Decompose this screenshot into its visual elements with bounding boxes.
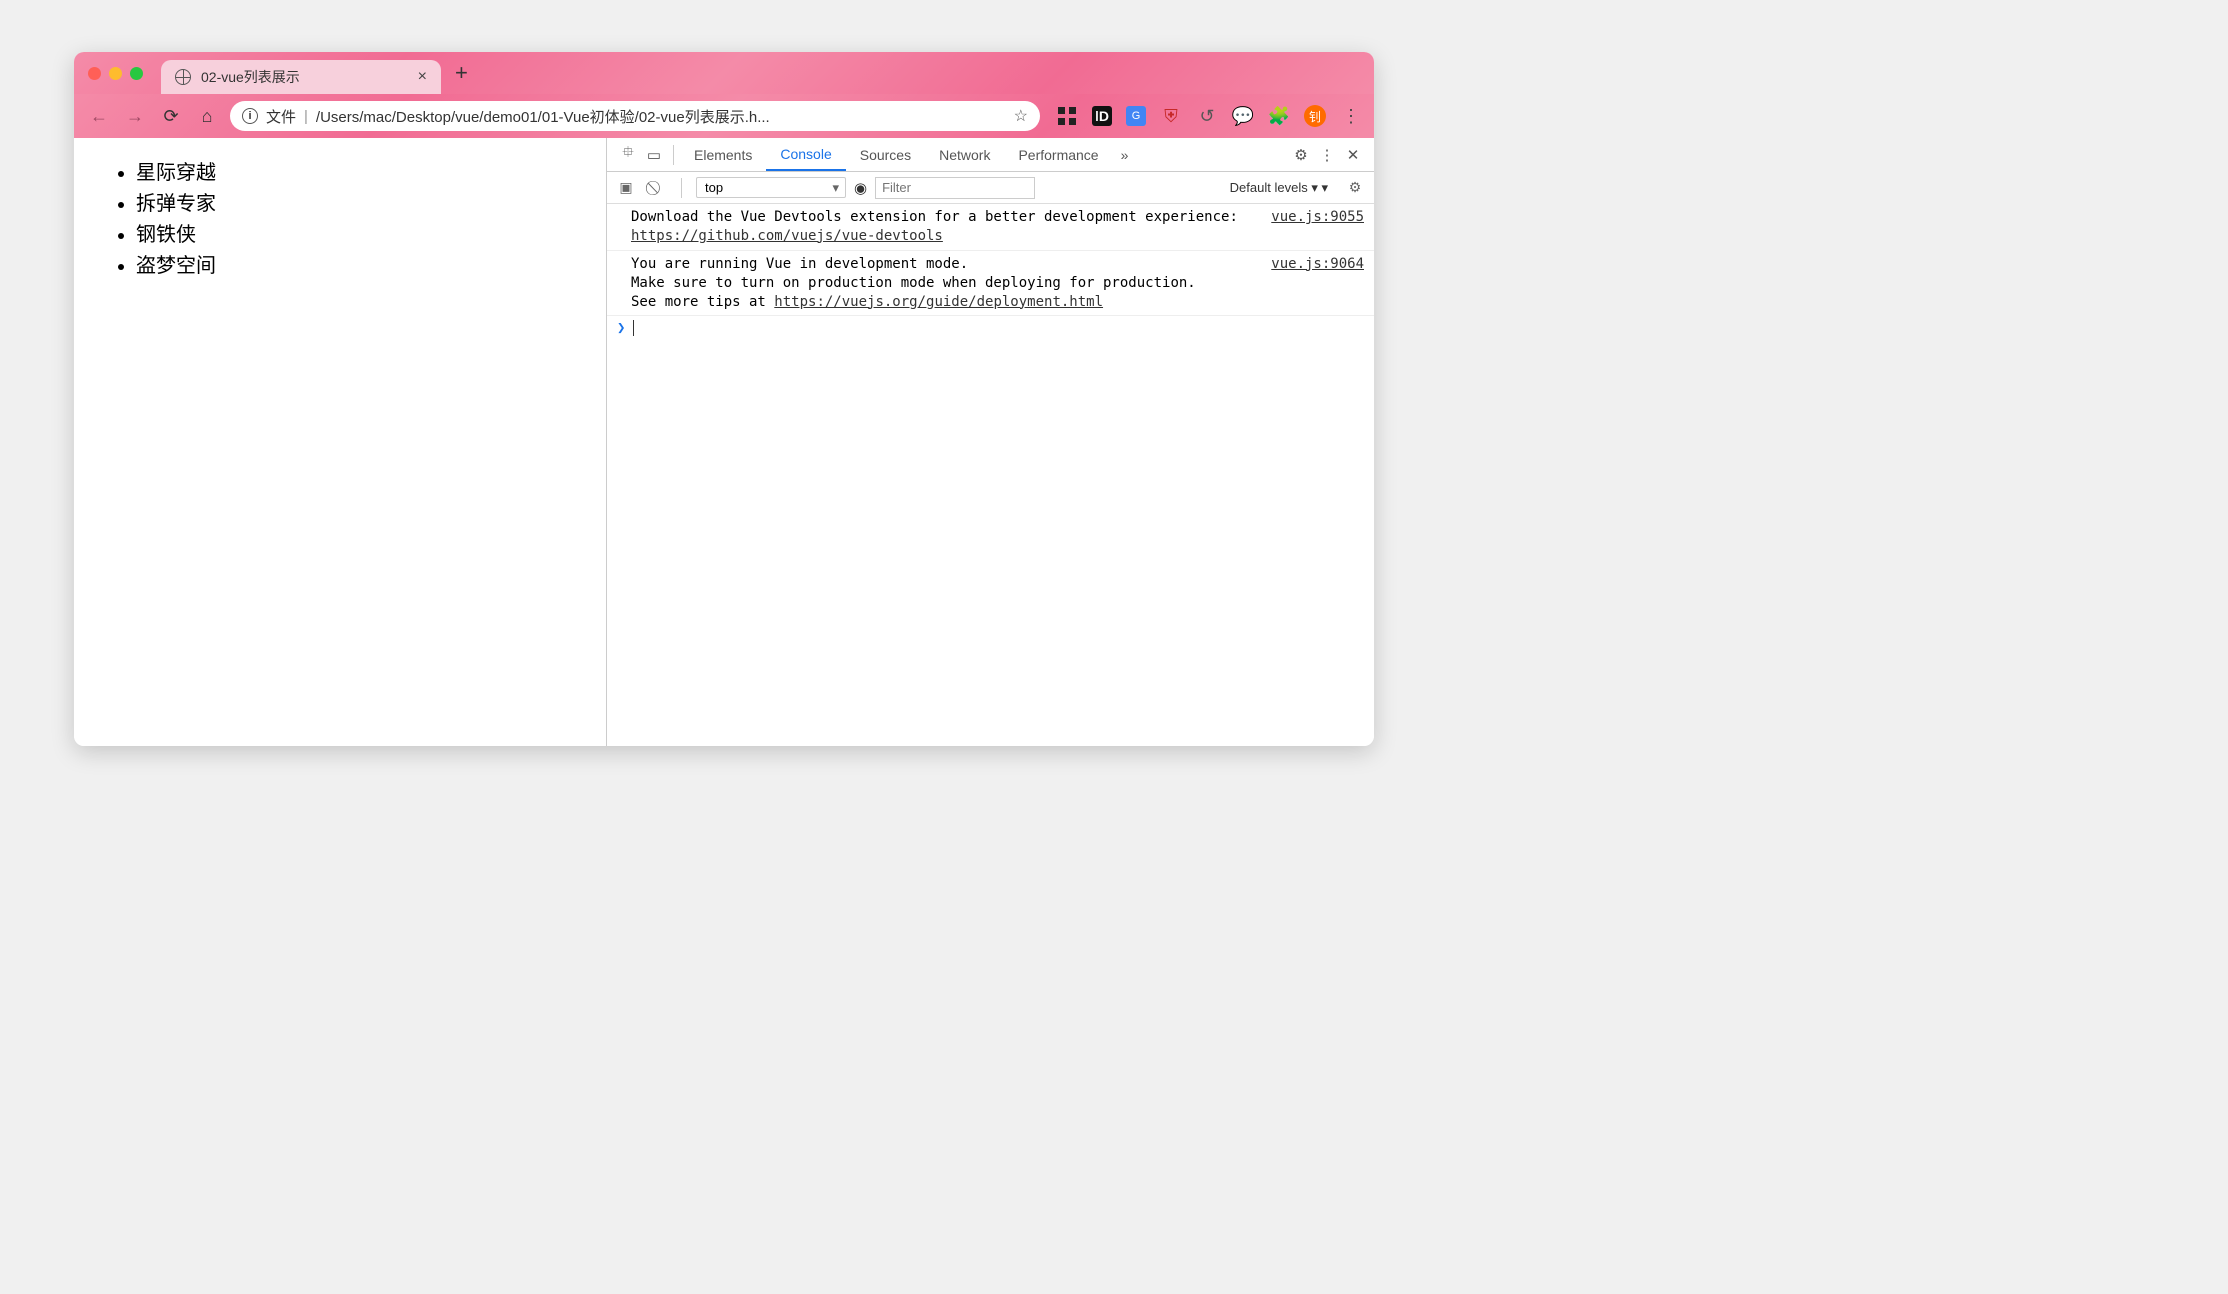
tab-network[interactable]: Network	[925, 138, 1004, 171]
list-item: 拆弹专家	[136, 189, 578, 220]
address-path: /Users/mac/Desktop/vue/demo01/01-Vue初体验/…	[316, 106, 1006, 127]
live-expression-icon[interactable]: ◉	[854, 179, 867, 197]
minimize-window-button[interactable]	[109, 67, 122, 80]
page-viewport: 星际穿越 拆弹专家 钢铁侠 盗梦空间	[74, 138, 606, 746]
log-levels-select[interactable]: Default levels ▾	[1222, 178, 1336, 198]
globe-icon	[175, 69, 191, 85]
browser-window: 02-vue列表展示 × + ← → ⟳ ⌂ i 文件 | /Users/mac…	[74, 52, 1374, 746]
list-item: 盗梦空间	[136, 251, 578, 282]
toolbar: ← → ⟳ ⌂ i 文件 | /Users/mac/Desktop/vue/de…	[74, 94, 1374, 138]
content-area: 星际穿越 拆弹专家 钢铁侠 盗梦空间 ⯐ ▭ Elements Console …	[74, 138, 1374, 746]
console-filter-input[interactable]	[875, 177, 1035, 199]
qr-extension-icon[interactable]	[1056, 105, 1078, 127]
prompt-caret-icon: ❯	[617, 320, 625, 336]
shield-extension-icon[interactable]: ⛨	[1160, 105, 1182, 127]
movie-list: 星际穿越 拆弹专家 钢铁侠 盗梦空间	[102, 158, 578, 282]
divider	[673, 145, 674, 165]
tab-title: 02-vue列表展示	[201, 67, 408, 87]
maximize-window-button[interactable]	[130, 67, 143, 80]
clear-console-icon[interactable]: ⃠	[645, 179, 667, 196]
message-link[interactable]: https://github.com/vuejs/vue-devtools	[631, 228, 943, 244]
address-separator: |	[304, 108, 308, 125]
browser-tab[interactable]: 02-vue列表展示 ×	[161, 60, 441, 94]
site-info-icon[interactable]: i	[242, 108, 258, 124]
new-tab-button[interactable]: +	[455, 60, 468, 86]
message-link[interactable]: https://vuejs.org/guide/deployment.html	[774, 294, 1103, 310]
message-text: Download the Vue Devtools extension for …	[631, 209, 1238, 225]
console-input[interactable]: ❯	[607, 316, 1374, 340]
console-output: vue.js:9055 Download the Vue Devtools ex…	[607, 204, 1374, 746]
address-bar[interactable]: i 文件 | /Users/mac/Desktop/vue/demo01/01-…	[230, 101, 1040, 131]
devtools-menu-icon[interactable]: ⋮	[1314, 146, 1340, 164]
tab-elements[interactable]: Elements	[680, 138, 766, 171]
history-extension-icon[interactable]: ↺	[1196, 105, 1218, 127]
tabs-overflow-button[interactable]: »	[1113, 147, 1137, 163]
inspect-element-icon[interactable]: ⯐	[615, 142, 641, 167]
address-label: 文件	[266, 106, 296, 127]
console-sidebar-toggle-icon[interactable]: ▣	[615, 179, 637, 196]
console-toolbar: ▣ ⃠ top ◉ Default levels ▾ ⚙	[607, 172, 1374, 204]
google-translate-extension-icon[interactable]: G	[1126, 106, 1146, 126]
tab-sources[interactable]: Sources	[846, 138, 925, 171]
titlebar: 02-vue列表展示 × +	[74, 52, 1374, 94]
message-source-link[interactable]: vue.js:9064	[1271, 255, 1364, 274]
back-button[interactable]: ←	[86, 106, 112, 127]
bookmark-star-icon[interactable]: ☆	[1014, 106, 1028, 126]
extensions-row: ǀD G ⛨ ↺ 💬 🧩 钊 ⋮	[1056, 105, 1362, 127]
list-item: 星际穿越	[136, 158, 578, 189]
extensions-button[interactable]: 🧩	[1268, 105, 1290, 127]
window-controls	[88, 67, 143, 80]
device-toolbar-icon[interactable]: ▭	[641, 146, 667, 164]
reload-button[interactable]: ⟳	[158, 106, 184, 127]
list-item: 钢铁侠	[136, 220, 578, 251]
profile-avatar[interactable]: 钊	[1304, 105, 1326, 127]
console-message: vue.js:9055 Download the Vue Devtools ex…	[607, 204, 1374, 251]
close-tab-button[interactable]: ×	[418, 68, 427, 86]
tab-console[interactable]: Console	[766, 138, 845, 171]
input-cursor	[633, 320, 634, 336]
forward-button[interactable]: →	[122, 106, 148, 127]
home-button[interactable]: ⌂	[194, 106, 220, 127]
message-source-link[interactable]: vue.js:9055	[1271, 208, 1364, 227]
devtools-tabs: ⯐ ▭ Elements Console Sources Network Per…	[607, 138, 1374, 172]
devtools-close-icon[interactable]: ✕	[1340, 146, 1366, 164]
dark-extension-icon[interactable]: ǀD	[1092, 106, 1112, 126]
devtools-panel: ⯐ ▭ Elements Console Sources Network Per…	[606, 138, 1374, 746]
chat-extension-icon[interactable]: 💬	[1232, 105, 1254, 127]
close-window-button[interactable]	[88, 67, 101, 80]
tab-performance[interactable]: Performance	[1004, 138, 1112, 171]
console-settings-icon[interactable]: ⚙	[1344, 179, 1366, 196]
devtools-settings-icon[interactable]: ⚙	[1288, 146, 1314, 164]
execution-context-select[interactable]: top	[696, 177, 846, 198]
console-message: vue.js:9064 You are running Vue in devel…	[607, 251, 1374, 317]
divider	[681, 178, 682, 198]
browser-menu-button[interactable]: ⋮	[1340, 105, 1362, 127]
